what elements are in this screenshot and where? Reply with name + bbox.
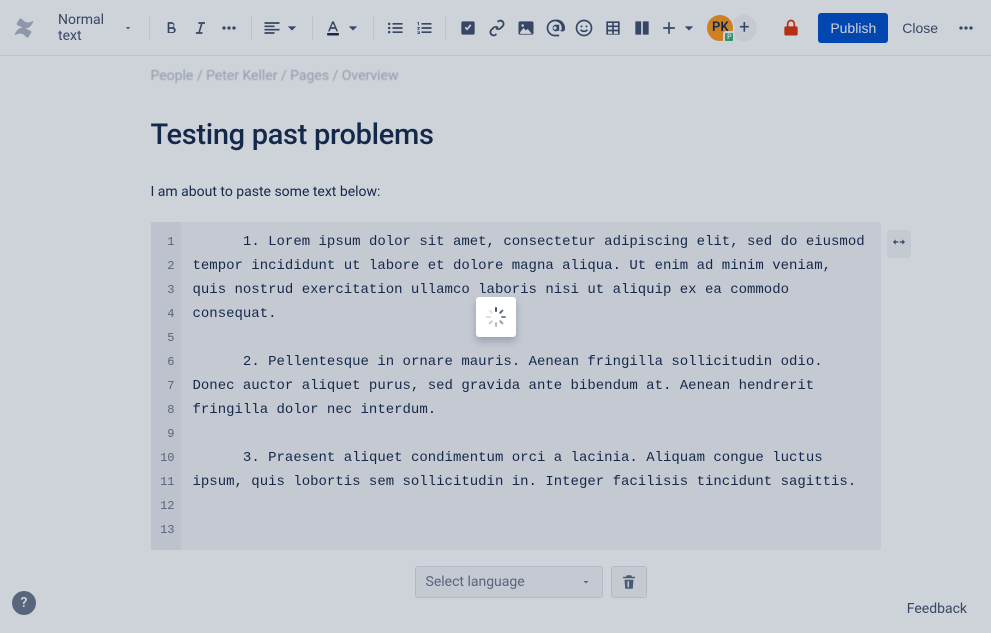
loading-overlay [0,0,991,633]
loading-spinner [476,297,516,337]
spinner-icon [486,307,506,327]
